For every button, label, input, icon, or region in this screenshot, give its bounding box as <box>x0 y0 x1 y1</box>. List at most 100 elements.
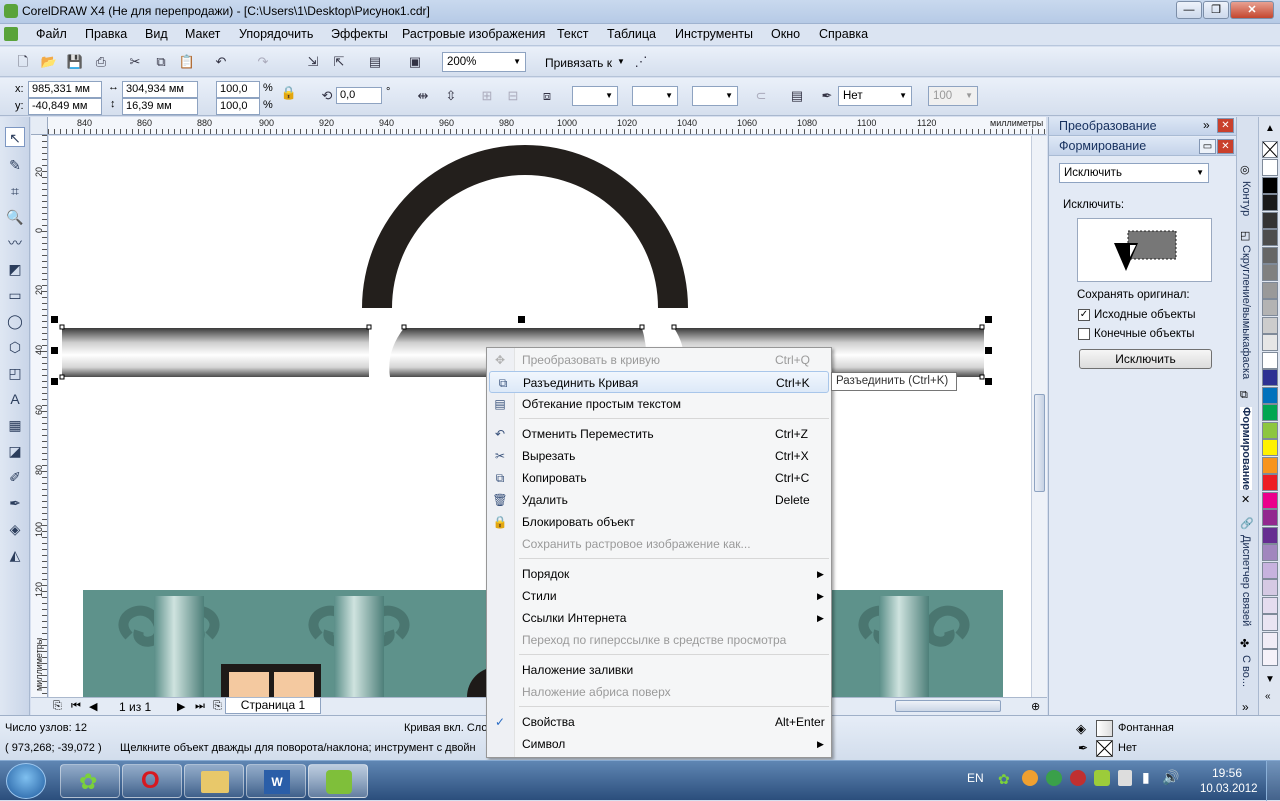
close-curve-icon[interactable]: ⊂ <box>752 87 770 105</box>
paste-icon[interactable]: 📋 <box>178 53 196 71</box>
text-tool-icon[interactable]: A <box>5 389 25 409</box>
color-swatch[interactable] <box>1262 299 1278 316</box>
icq-tray-icon[interactable]: ✿ <box>998 771 1010 788</box>
text-wrap-icon[interactable]: ▤ <box>788 87 806 105</box>
color-swatch[interactable] <box>1262 176 1278 194</box>
taskbar-explorer[interactable] <box>184 764 244 798</box>
context-menu-item[interactable]: ⧉ Разъединить Кривая Ctrl+K <box>489 371 829 393</box>
angle-field[interactable]: 0,0 <box>336 87 382 104</box>
convert-icon[interactable]: ⧈ <box>538 87 556 105</box>
cut-icon[interactable]: ✂ <box>126 53 144 71</box>
expand-tabs-icon[interactable]: » <box>1242 700 1249 714</box>
color-swatch[interactable] <box>1262 526 1278 544</box>
color-swatch[interactable] <box>1262 456 1278 474</box>
outline-width-select[interactable]: Нет ▼ <box>838 86 912 106</box>
polygon-tool-icon[interactable]: ⬡ <box>5 337 25 357</box>
x-position-field[interactable]: 985,331 мм <box>28 81 102 98</box>
no-color-swatch[interactable] <box>1262 141 1278 158</box>
smart-fill-icon[interactable]: ◩ <box>5 259 25 279</box>
fill-swatch[interactable] <box>1096 720 1113 737</box>
color-swatch[interactable] <box>1262 246 1278 264</box>
vertical-ruler[interactable]: 20 0 20 40 60 80 100 120 миллиметры <box>31 135 48 697</box>
page-tab[interactable]: Страница 1 <box>225 698 321 714</box>
menu-arrange[interactable]: Упорядочить <box>239 27 313 41</box>
exclude-button[interactable]: Исключить <box>1079 349 1212 369</box>
ellipse-tool-icon[interactable]: ◯ <box>5 311 25 331</box>
menu-tools[interactable]: Инструменты <box>675 27 753 41</box>
mirror-vertical-icon[interactable]: ⇳ <box>442 87 460 105</box>
context-menu-item[interactable]: ✓ Свойства Alt+Enter <box>487 711 831 733</box>
table-tool-icon[interactable]: ▦ <box>5 415 25 435</box>
context-menu-item[interactable]: ✥ Преобразовать в кривую Ctrl+Q <box>487 349 831 371</box>
maximize-button[interactable]: ❐ <box>1203 1 1229 19</box>
ruler-origin[interactable] <box>31 117 48 135</box>
menu-view[interactable]: Вид <box>145 27 168 41</box>
rectangle-tool-icon[interactable]: ▭ <box>5 285 25 305</box>
print-icon[interactable]: ⎙ <box>92 53 110 71</box>
color-swatch[interactable] <box>1262 474 1278 491</box>
scale-x-field[interactable]: 100,0 <box>216 81 260 98</box>
mirror-horizontal-icon[interactable]: ⇹ <box>414 87 432 105</box>
color-swatch[interactable] <box>1262 369 1278 386</box>
lock-ratio-icon[interactable]: 🔒 <box>280 84 298 102</box>
y-position-field[interactable]: -40,849 мм <box>28 98 102 115</box>
source-objects-checkbox[interactable]: ✓ <box>1078 309 1090 321</box>
context-menu-item[interactable]: ⧉ Копировать Ctrl+C <box>487 467 831 489</box>
menu-file[interactable]: Файл <box>36 27 67 41</box>
clock-date[interactable]: 10.03.2012 <box>1200 783 1258 795</box>
start-button[interactable] <box>6 763 46 799</box>
freehand-tool-icon[interactable]: 〰 <box>5 233 25 253</box>
start-arrow-select[interactable]: ▼ <box>572 86 618 106</box>
outline-swatch[interactable] <box>1096 740 1113 757</box>
color-swatch[interactable] <box>1262 544 1278 561</box>
redo-icon[interactable]: ↷ <box>254 53 272 71</box>
combine-icon[interactable]: ⊞ <box>478 87 496 105</box>
color-swatch[interactable] <box>1262 561 1278 579</box>
taskbar-icq[interactable]: ✿ <box>60 764 120 798</box>
target-objects-checkbox[interactable] <box>1078 328 1090 340</box>
chevron-down-icon[interactable]: ▼ <box>617 57 625 66</box>
tab-link-manager[interactable]: Диспетчер связей <box>1240 535 1252 626</box>
tray-icon[interactable] <box>1094 770 1110 786</box>
tray-icon[interactable] <box>1070 770 1086 786</box>
interactive-fill-icon[interactable]: ◭ <box>5 545 25 565</box>
volume-icon[interactable]: 🔊 <box>1162 769 1179 786</box>
snap-to-label[interactable]: Привязать к <box>545 56 612 70</box>
color-swatch[interactable] <box>1262 649 1278 666</box>
menu-window[interactable]: Окно <box>771 27 800 41</box>
eyedropper-icon[interactable]: ✐ <box>5 467 25 487</box>
language-indicator[interactable]: EN <box>967 771 984 785</box>
menu-text[interactable]: Текст <box>557 27 588 41</box>
interactive-blend-icon[interactable]: ◪ <box>5 441 25 461</box>
import-icon[interactable]: ⇲ <box>304 53 322 71</box>
outline-tool-icon[interactable]: ✒ <box>5 493 25 513</box>
prev-page-icon[interactable]: ◀ <box>89 700 97 713</box>
color-swatch[interactable] <box>1262 614 1278 631</box>
taskbar-coreldraw[interactable] <box>308 764 368 798</box>
zoom-select[interactable]: 200% ▼ <box>442 52 526 72</box>
tray-icon[interactable] <box>1046 770 1062 786</box>
tab-fillet[interactable]: Скругление/вымыкафаска <box>1240 245 1252 379</box>
color-swatch[interactable] <box>1262 386 1278 404</box>
add-page-icon[interactable]: ⎘ <box>53 700 62 713</box>
break-apart-icon[interactable]: ⊟ <box>504 87 522 105</box>
color-swatch[interactable] <box>1262 491 1278 509</box>
color-swatch[interactable] <box>1262 334 1278 351</box>
menu-bitmaps[interactable]: Растровые изображения <box>402 27 545 41</box>
context-menu-item[interactable]: Переход по гиперссылке в средстве просмо… <box>487 629 831 651</box>
width-field[interactable]: 304,934 мм <box>122 81 198 98</box>
line-style-select[interactable]: ▼ <box>632 86 678 106</box>
context-menu-item[interactable]: 🔒 Блокировать объект <box>487 511 831 533</box>
end-arrow-select[interactable]: ▼ <box>692 86 738 106</box>
context-menu-item[interactable]: 🗑 Удалить Delete <box>487 489 831 511</box>
color-swatch[interactable] <box>1262 421 1278 439</box>
clock-time[interactable]: 19:56 <box>1212 766 1242 780</box>
context-menu-item[interactable]: ✂ Вырезать Ctrl+X <box>487 445 831 467</box>
palette-scroll-down-icon[interactable]: ▼ <box>1265 674 1275 685</box>
context-menu-item[interactable]: Наложение абриса поверх <box>487 681 831 703</box>
palette-expand-icon[interactable]: « <box>1265 691 1271 702</box>
color-swatch[interactable] <box>1262 509 1278 526</box>
close-docker-icon[interactable]: ✕ <box>1217 118 1234 133</box>
context-menu-item[interactable]: ▤ Обтекание простым текстом <box>487 393 831 415</box>
pick-tool-icon[interactable]: ↖ <box>5 127 25 147</box>
